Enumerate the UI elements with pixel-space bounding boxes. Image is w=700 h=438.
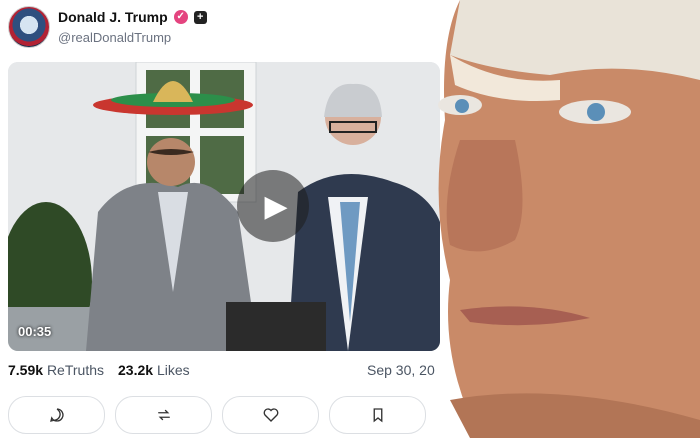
- portrait-image: [438, 0, 700, 438]
- retruth-icon: [157, 409, 170, 421]
- like-button[interactable]: [222, 396, 319, 434]
- play-button[interactable]: ▶: [237, 170, 309, 242]
- video-player[interactable]: ▶ 00:35: [8, 62, 440, 351]
- likes-label: Likes: [156, 362, 190, 378]
- name-row: Donald J. Trump ✓ +: [58, 9, 207, 25]
- handle[interactable]: @realDonaldTrump: [58, 30, 171, 45]
- action-bar: [8, 396, 426, 434]
- like-icon: [263, 408, 278, 422]
- retruths-label: ReTruths: [46, 362, 104, 378]
- post-header: Donald J. Trump ✓ + @realDonaldTrump: [8, 6, 428, 48]
- display-name[interactable]: Donald J. Trump: [58, 9, 168, 25]
- play-icon: ▶: [264, 189, 288, 223]
- retruth-button[interactable]: [115, 396, 212, 434]
- likes-count: 23.2k: [118, 362, 154, 378]
- post-stats: 7.59k ReTruths 23.2k Likes: [8, 362, 190, 378]
- reply-icon: [49, 408, 64, 422]
- plus-icon: +: [193, 10, 207, 24]
- bookmark-button[interactable]: [329, 396, 426, 434]
- video-frame: [8, 62, 440, 351]
- likes-stat[interactable]: 23.2k Likes: [118, 362, 190, 378]
- bookmark-icon: [373, 408, 382, 423]
- avatar[interactable]: [8, 6, 50, 48]
- reply-button[interactable]: [8, 396, 105, 434]
- retruths-stat[interactable]: 7.59k ReTruths: [8, 362, 104, 378]
- video-duration: 00:35: [18, 324, 52, 339]
- verified-icon: ✓: [173, 10, 188, 24]
- retruths-count: 7.59k: [8, 362, 44, 378]
